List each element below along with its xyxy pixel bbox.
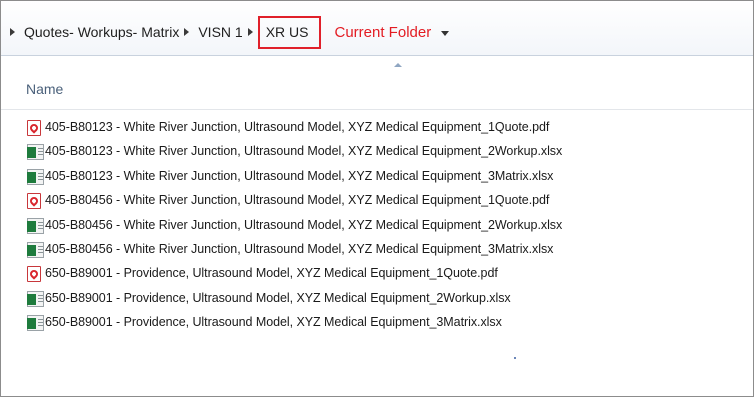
file-row[interactable]: 405-B80123 - White River Junction, Ultra… [1,116,753,140]
current-folder-annotation: Current Folder [334,23,432,41]
pdf-file-icon [27,266,41,283]
breadcrumb-item-visn[interactable]: VISN 1 [198,24,242,40]
chevron-down-icon[interactable] [441,30,450,36]
file-row[interactable]: 650-B89001 - Providence, Ultrasound Mode… [1,311,753,335]
breadcrumb-item-current[interactable]: XR US [257,15,321,49]
file-row[interactable]: 405-B80456 - White River Junction, Ultra… [1,238,753,262]
file-row[interactable]: 405-B80456 - White River Junction, Ultra… [1,189,753,213]
file-name: 405-B80456 - White River Junction, Ultra… [45,217,563,232]
breadcrumb-chevron-icon[interactable] [184,28,190,36]
file-name: 405-B80123 - White River Junction, Ultra… [45,144,563,159]
excel-file-icon [27,290,44,307]
breadcrumb-chevron-icon[interactable] [247,28,253,36]
file-row[interactable]: 405-B80456 - White River Junction, Ultra… [1,214,753,238]
excel-file-icon [27,217,44,234]
pdf-file-icon [27,120,41,136]
file-name: 405-B80123 - White River Junction, Ultra… [45,120,550,134]
breadcrumb: Quotes- Workups- Matrix VISN 1 XR US Cur… [5,15,450,49]
breadcrumb-chevron-icon[interactable] [10,28,15,36]
excel-file-icon [27,168,44,185]
breadcrumb-item-quotes[interactable]: Quotes- Workups- Matrix [24,24,179,40]
column-header: Name [1,56,753,110]
file-name: 650-B89001 - Providence, Ultrasound Mode… [45,315,502,330]
address-bar[interactable]: Quotes- Workups- Matrix VISN 1 XR US Cur… [1,1,753,56]
file-name: 650-B89001 - Providence, Ultrasound Mode… [45,290,511,305]
file-row[interactable]: 405-B80123 - White River Junction, Ultra… [1,140,753,164]
excel-file-icon [27,144,44,161]
pdf-file-icon [27,193,41,210]
file-row[interactable]: 650-B89001 - Providence, Ultrasound Mode… [1,262,753,286]
cursor-dot [514,357,516,359]
column-header-name[interactable]: Name [26,81,63,97]
excel-file-icon [27,241,44,258]
explorer-window: Quotes- Workups- Matrix VISN 1 XR US Cur… [0,0,754,397]
file-list: 405-B80123 - White River Junction, Ultra… [1,116,753,336]
sort-ascending-icon [394,63,402,67]
file-name: 405-B80123 - White River Junction, Ultra… [45,168,554,183]
file-name: 650-B89001 - Providence, Ultrasound Mode… [45,266,498,281]
excel-file-icon [27,315,44,332]
file-name: 405-B80456 - White River Junction, Ultra… [45,193,550,208]
file-row[interactable]: 650-B89001 - Providence, Ultrasound Mode… [1,287,753,311]
file-row[interactable]: 405-B80123 - White River Junction, Ultra… [1,165,753,189]
file-name: 405-B80456 - White River Junction, Ultra… [45,241,554,256]
